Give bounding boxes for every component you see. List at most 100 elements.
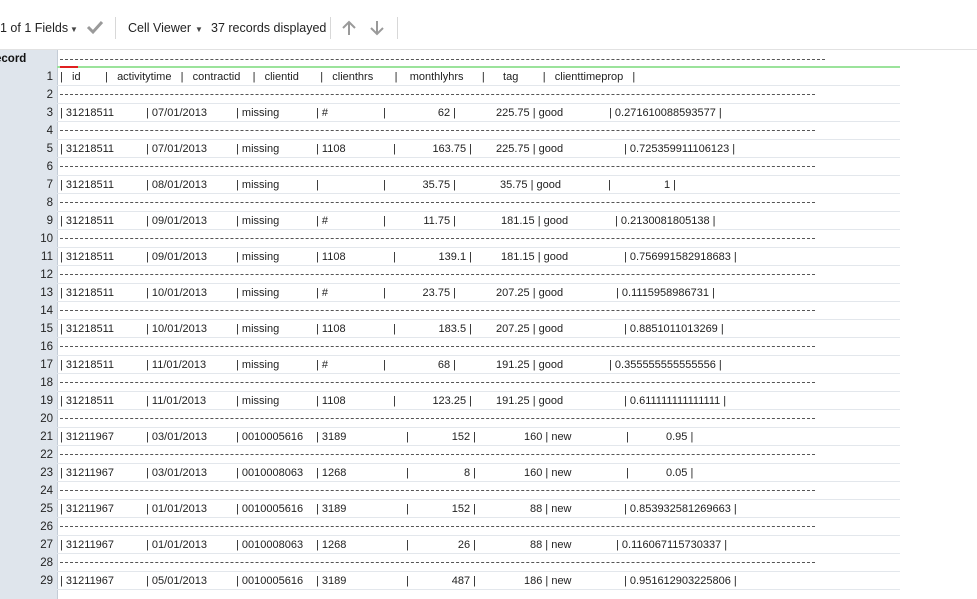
cell-value: | 0.2130081805138 | (615, 215, 716, 227)
cell-value: | 31218511 (60, 215, 115, 227)
separator-dash (60, 310, 815, 311)
data-cell: | 31218511 | 10/01/2013 | missing | # | 23.75… (60, 284, 900, 302)
row-number: 15 (40, 323, 53, 335)
table-row[interactable]: 13 | 31218511 | 10/01/2013 | missing | # | 23.… (0, 284, 900, 302)
cell-viewer-label[interactable]: Cell Viewer (128, 21, 191, 35)
cell-value: | 0.725359911106123 | (624, 143, 736, 155)
table-row[interactable]: 28 (0, 554, 900, 572)
cell-value: | 31211967 (60, 431, 115, 443)
data-cell: | 31218511 | 07/01/2013 | missing | 1108 | 16… (60, 140, 900, 158)
table-row[interactable]: 1 | id | activitytime | contractid | clie… (0, 68, 900, 86)
table-row[interactable]: 20 (0, 410, 900, 428)
cell-value: | 10/01/2013 (146, 323, 207, 335)
apply-check-icon[interactable] (86, 19, 104, 38)
row-number: 17 (40, 359, 53, 371)
table-row[interactable]: 23 | 31211967 | 03/01/2013 | 0010008063 | 12… (0, 464, 900, 482)
cell-value: | (316, 179, 319, 191)
cell-value: 1 | (664, 179, 677, 191)
cell-separator: | (406, 539, 409, 551)
cell-value: 191.25 | good (496, 395, 564, 407)
cell-value: | 0010008063 (236, 467, 304, 479)
record-column-header: ecord (0, 52, 57, 67)
row-number: 16 (40, 341, 53, 353)
table-row[interactable]: 12 (0, 266, 900, 284)
cell-separator: | (626, 431, 629, 443)
row-number: 11 (41, 251, 53, 263)
cell-value: | 0.8851011013269 | (624, 323, 724, 335)
separator-dash (60, 166, 815, 167)
cell-value: | 0.853932581269663 | (624, 503, 737, 515)
cell-value: 35.75 | (422, 179, 456, 191)
grid-rows: 1 | id | activitytime | contractid | clie… (0, 68, 900, 590)
table-row[interactable]: 25 | 31211967 | 01/01/2013 | 0010005616 | 31… (0, 500, 900, 518)
cell-value: | missing (236, 359, 280, 371)
separator-dash (60, 562, 815, 563)
cell-value: 487 | (451, 575, 476, 587)
cell-separator: | (393, 143, 396, 155)
table-row[interactable]: 8 (0, 194, 900, 212)
table-row[interactable]: 15 | 31218511 | 10/01/2013 | missing | 1108 |… (0, 320, 900, 338)
table-row[interactable]: 5 | 31218511 | 07/01/2013 | missing | 1108 | 1… (0, 140, 900, 158)
cell-value: | 31211967 (60, 539, 115, 551)
table-row[interactable]: 26 (0, 518, 900, 536)
cell-value: | 0010005616 (236, 503, 304, 515)
cell-value: | 1108 (316, 143, 346, 155)
row-number: 20 (40, 413, 53, 425)
table-row[interactable]: 16 (0, 338, 900, 356)
arrow-up-icon[interactable] (340, 19, 358, 40)
cell-separator: | (383, 287, 386, 299)
fields-selector-label[interactable]: 1 of 1 Fields (0, 21, 68, 35)
cell-separator: | (406, 431, 409, 443)
arrow-down-icon[interactable] (368, 19, 386, 40)
table-row[interactable]: 3 | 31218511 | 07/01/2013 | missing | # | 62 |… (0, 104, 900, 122)
table-row[interactable]: 18 (0, 374, 900, 392)
cell-value: 207.25 | good (496, 287, 564, 299)
table-row[interactable]: 11 | 31218511 | 09/01/2013 | missing | 1108 |… (0, 248, 900, 266)
cell-separator: | (406, 467, 409, 479)
cell-value: | # (316, 287, 329, 299)
row-number: 4 (46, 125, 53, 137)
table-row[interactable]: 2 (0, 86, 900, 104)
table-row[interactable]: 24 (0, 482, 900, 500)
table-row[interactable]: 14 (0, 302, 900, 320)
cell-value: 139.1 | (438, 251, 472, 263)
cell-value: 0.05 | (666, 467, 694, 479)
cell-value: | 11/01/2013 (146, 395, 207, 407)
table-row[interactable]: 22 (0, 446, 900, 464)
table-row[interactable]: 4 (0, 122, 900, 140)
table-row[interactable]: 19 | 31218511 | 11/01/2013 | missing | 1108 |… (0, 392, 900, 410)
cell-value: | 31218511 (60, 179, 115, 191)
table-row[interactable]: 6 (0, 158, 900, 176)
data-cell: | 31218511 | 11/01/2013 | missing | 1108 | 12… (60, 392, 900, 410)
cell-value: 207.25 | good (496, 323, 564, 335)
fields-dropdown-icon[interactable]: ▼ (70, 25, 78, 34)
separator-dash (60, 130, 815, 131)
cell-separator: | (406, 503, 409, 515)
cell-value: | missing (236, 107, 280, 119)
table-row[interactable]: 29 | 31211967 | 05/01/2013 | 0010005616 | 31… (0, 572, 900, 590)
cell-value: 123.25 | (432, 395, 472, 407)
table-row[interactable]: 9 | 31218511 | 09/01/2013 | missing | # | 11.7… (0, 212, 900, 230)
row-number: 1 (46, 71, 53, 83)
table-row[interactable]: 7 | 31218511 | 08/01/2013 | missing | | 35.75 … (0, 176, 900, 194)
cell-value: | 1268 (316, 467, 347, 479)
results-grid[interactable]: ecord 1 | id | activitytime | contractid … (0, 50, 900, 599)
row-number: 12 (40, 269, 53, 281)
table-row[interactable]: 10 (0, 230, 900, 248)
table-row[interactable]: 17 | 31218511 | 11/01/2013 | missing | # | 68 … (0, 356, 900, 374)
separator-dash (60, 418, 815, 419)
viewer-dropdown-icon[interactable]: ▼ (195, 25, 203, 34)
cell-value: | 3189 (316, 503, 347, 515)
toolbar-divider (330, 17, 331, 39)
cell-value: | missing (236, 143, 280, 155)
separator-dash (60, 382, 815, 383)
cell-separator: | (626, 467, 629, 479)
cell-separator: | (608, 179, 611, 191)
cell-value: | 0010005616 (236, 431, 304, 443)
cell-value: | 03/01/2013 (146, 467, 207, 479)
cell-separator: | (406, 575, 409, 587)
table-row[interactable]: 27 | 31211967 | 01/01/2013 | 0010008063 | 12… (0, 536, 900, 554)
table-row[interactable]: 21 | 31211967 | 03/01/2013 | 0010005616 | 31… (0, 428, 900, 446)
row-number: 21 (40, 431, 53, 443)
data-cell: | 31211967 | 05/01/2013 | 0010005616 | 3189… (60, 572, 900, 590)
